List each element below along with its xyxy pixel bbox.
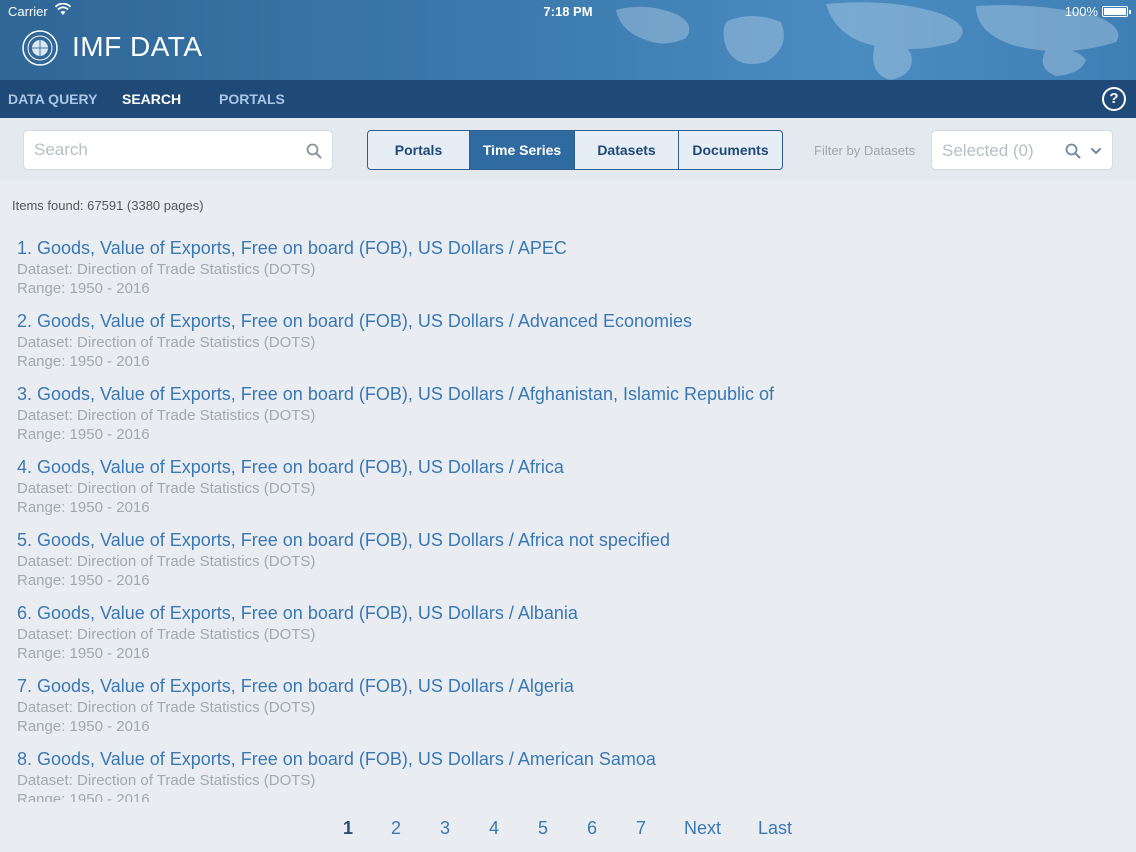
app-title: IMF DATA [72,31,203,62]
list-item[interactable]: 1. Goods, Value of Exports, Free on boar… [17,236,1117,306]
app-header: Carrier 7:18 PM 100% IMF DATA [0,0,1136,80]
chevron-down-icon [1091,148,1101,155]
results-list: 1. Goods, Value of Exports, Free on boar… [0,236,1136,802]
status-time: 7:18 PM [543,4,593,19]
tab-documents[interactable]: Documents [679,131,782,169]
list-item[interactable]: 5. Goods, Value of Exports, Free on boar… [17,528,1117,598]
list-item[interactable]: 4. Goods, Value of Exports, Free on boar… [17,455,1117,525]
result-title[interactable]: 1. Goods, Value of Exports, Free on boar… [17,236,1117,260]
pagination: 1 2 3 4 5 6 7 Next Last [0,806,1136,852]
battery-icon [1102,6,1131,17]
page-link-2[interactable]: 2 [391,818,401,839]
result-dataset: Dataset: Direction of Trade Statistics (… [17,480,316,497]
list-item[interactable]: 2. Goods, Value of Exports, Free on boar… [17,309,1117,379]
list-item[interactable]: 3. Goods, Value of Exports, Free on boar… [17,382,1117,452]
result-range: Range: 1950 - 2016 [17,426,150,443]
page-link-3[interactable]: 3 [440,818,450,839]
result-range: Range: 1950 - 2016 [17,718,150,735]
result-dataset: Dataset: Direction of Trade Statistics (… [17,407,316,424]
result-range: Range: 1950 - 2016 [17,499,150,516]
status-bar: Carrier 7:18 PM 100% [0,0,1136,22]
page-link-5[interactable]: 5 [538,818,548,839]
result-type-tabs: Portals Time Series Datasets Documents [367,130,783,170]
items-found-count: Items found: 67591 (3380 pages) [12,198,204,213]
result-title[interactable]: 8. Goods, Value of Exports, Free on boar… [17,747,1117,771]
page-link-7[interactable]: 7 [636,818,646,839]
result-range: Range: 1950 - 2016 [17,353,150,370]
result-title[interactable]: 5. Goods, Value of Exports, Free on boar… [17,528,1117,552]
result-title[interactable]: 2. Goods, Value of Exports, Free on boar… [17,309,1117,333]
question-circle-icon[interactable]: ? [1102,87,1126,111]
result-dataset: Dataset: Direction of Trade Statistics (… [17,772,316,789]
nav-item-data-query[interactable]: DATA QUERY [8,91,97,107]
result-range: Range: 1950 - 2016 [17,791,150,802]
list-item[interactable]: 8. Goods, Value of Exports, Free on boar… [17,747,1117,802]
battery-percentage: 100% [1064,4,1098,19]
result-range: Range: 1950 - 2016 [17,572,150,589]
page-link-6[interactable]: 6 [587,818,597,839]
page-link-4[interactable]: 4 [489,818,499,839]
result-title[interactable]: 4. Goods, Value of Exports, Free on boar… [17,455,1117,479]
result-dataset: Dataset: Direction of Trade Statistics (… [17,553,316,570]
dataset-filter-select[interactable]: Selected (0) [931,130,1113,170]
search-icon [1065,143,1081,159]
list-item[interactable]: 6. Goods, Value of Exports, Free on boar… [17,601,1117,671]
result-dataset: Dataset: Direction of Trade Statistics (… [17,334,316,351]
filter-selected-value: Selected (0) [942,141,1034,160]
next-page-link[interactable]: Next [684,818,721,839]
search-toolbar: Portals Time Series Datasets Documents F… [0,118,1136,180]
tab-time-series[interactable]: Time Series [470,131,575,169]
tab-datasets[interactable]: Datasets [575,131,679,169]
search-icon[interactable] [306,143,322,159]
result-title[interactable]: 6. Goods, Value of Exports, Free on boar… [17,601,1117,625]
result-dataset: Dataset: Direction of Trade Statistics (… [17,626,316,643]
main-nav: DATA QUERY SEARCH PORTALS ? [0,80,1136,118]
filter-label: Filter by Datasets [814,143,916,158]
imf-seal-logo [22,30,58,66]
search-input[interactable] [34,139,294,161]
result-title[interactable]: 7. Goods, Value of Exports, Free on boar… [17,674,1117,698]
nav-item-portals[interactable]: PORTALS [219,91,285,107]
result-range: Range: 1950 - 2016 [17,280,150,297]
result-title[interactable]: 3. Goods, Value of Exports, Free on boar… [17,382,1117,406]
search-box [23,130,333,170]
result-range: Range: 1950 - 2016 [17,645,150,662]
last-page-link[interactable]: Last [758,818,792,839]
list-item[interactable]: 7. Goods, Value of Exports, Free on boar… [17,674,1117,744]
page-link-1[interactable]: 1 [343,818,353,839]
result-dataset: Dataset: Direction of Trade Statistics (… [17,261,316,278]
result-dataset: Dataset: Direction of Trade Statistics (… [17,699,316,716]
nav-item-search[interactable]: SEARCH [122,91,181,107]
tab-portals[interactable]: Portals [368,131,470,169]
